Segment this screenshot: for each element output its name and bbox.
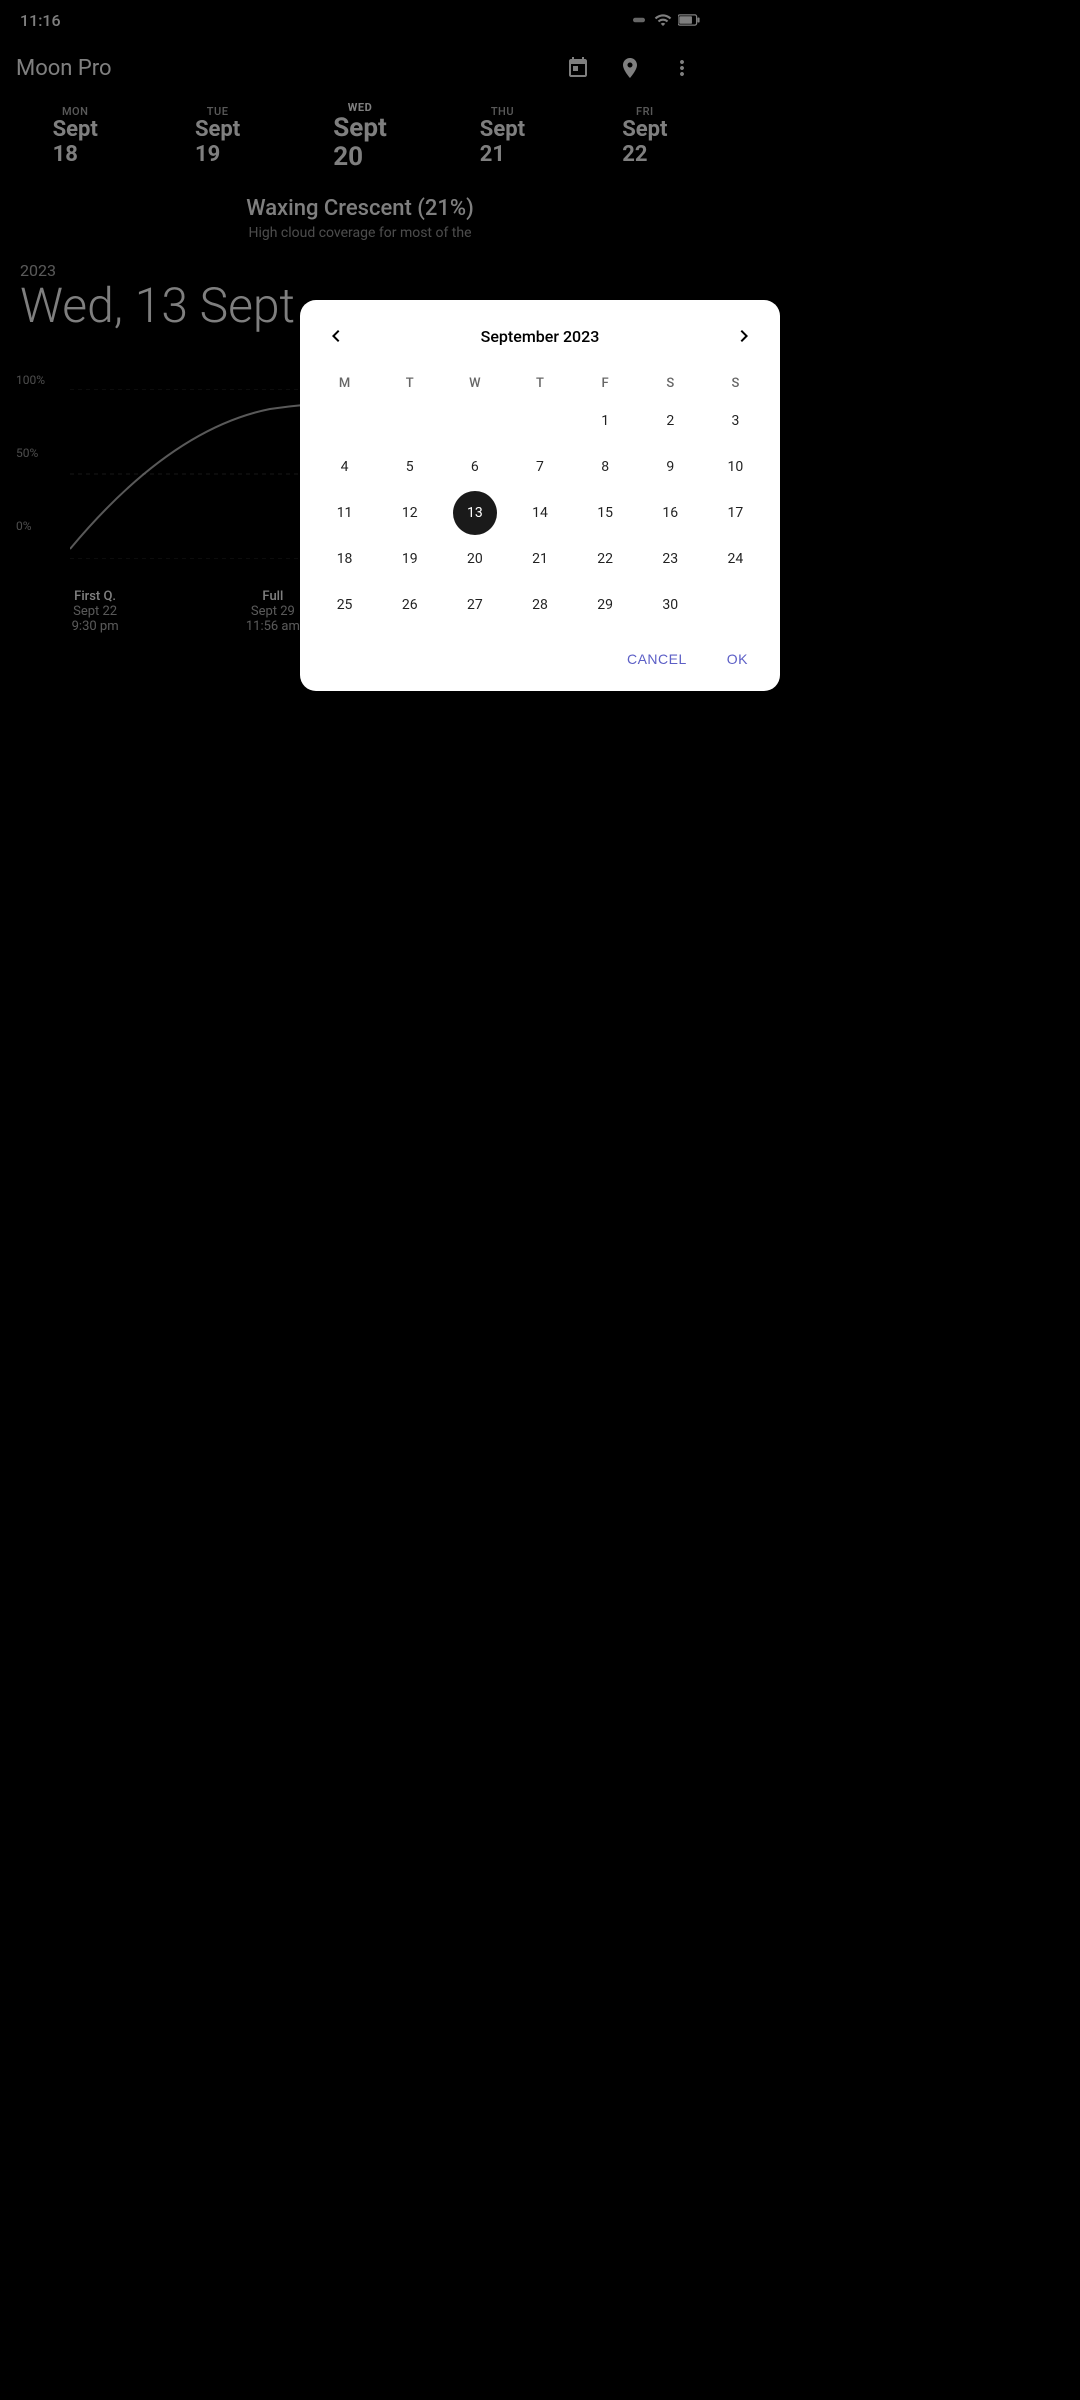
cal-prev-button[interactable]: [316, 316, 356, 356]
cal-day-empty: [323, 399, 367, 443]
cal-day-2[interactable]: 2: [648, 399, 692, 443]
cal-actions: CANCEL OK: [308, 627, 772, 683]
cal-day-21[interactable]: 21: [518, 537, 562, 581]
cal-day-20[interactable]: 20: [453, 537, 497, 581]
cal-day-30[interactable]: 30: [648, 583, 692, 627]
cal-day-28[interactable]: 28: [518, 583, 562, 627]
cal-weekday-header: F: [573, 368, 638, 399]
calendar-overlay: September 2023 MTWTFSS 12345678910111213…: [0, 0, 1080, 2400]
cal-day-empty: [713, 583, 757, 627]
cal-day-22[interactable]: 22: [583, 537, 627, 581]
ok-button[interactable]: OK: [711, 643, 764, 675]
cal-day-15[interactable]: 15: [583, 491, 627, 535]
cal-weekday-header: T: [377, 368, 442, 399]
chevron-left-icon: [324, 324, 348, 348]
cal-day-19[interactable]: 19: [388, 537, 432, 581]
cal-day-26[interactable]: 26: [388, 583, 432, 627]
cal-weekday-header: T: [507, 368, 572, 399]
cal-next-button[interactable]: [724, 316, 764, 356]
cal-day-empty: [518, 399, 562, 443]
cal-day-empty: [453, 399, 497, 443]
cal-weekdays: MTWTFSS: [308, 368, 772, 399]
cal-day-23[interactable]: 23: [648, 537, 692, 581]
cal-month-title: September 2023: [481, 327, 600, 346]
cal-day-7[interactable]: 7: [518, 445, 562, 489]
cal-days[interactable]: 1234567891011121314151617181920212223242…: [308, 399, 772, 627]
cal-day-6[interactable]: 6: [453, 445, 497, 489]
cal-day-11[interactable]: 11: [323, 491, 367, 535]
chevron-right-icon: [732, 324, 756, 348]
cal-day-10[interactable]: 10: [713, 445, 757, 489]
cal-day-29[interactable]: 29: [583, 583, 627, 627]
cal-day-27[interactable]: 27: [453, 583, 497, 627]
cal-day-18[interactable]: 18: [323, 537, 367, 581]
cal-weekday-header: W: [442, 368, 507, 399]
calendar-dialog: September 2023 MTWTFSS 12345678910111213…: [300, 300, 780, 691]
cal-day-3[interactable]: 3: [713, 399, 757, 443]
cal-day-4[interactable]: 4: [323, 445, 367, 489]
cal-day-13[interactable]: 13: [453, 491, 497, 535]
cal-day-25[interactable]: 25: [323, 583, 367, 627]
cal-weekday-header: S: [638, 368, 703, 399]
cal-header: September 2023: [308, 316, 772, 368]
cal-day-9[interactable]: 9: [648, 445, 692, 489]
cal-day-8[interactable]: 8: [583, 445, 627, 489]
cal-day-17[interactable]: 17: [713, 491, 757, 535]
cal-day-5[interactable]: 5: [388, 445, 432, 489]
cal-day-16[interactable]: 16: [648, 491, 692, 535]
cal-weekday-header: M: [312, 368, 377, 399]
cal-weekday-header: S: [703, 368, 768, 399]
cal-day-empty: [388, 399, 432, 443]
cal-day-14[interactable]: 14: [518, 491, 562, 535]
cancel-button[interactable]: CANCEL: [611, 643, 703, 675]
cal-day-1[interactable]: 1: [583, 399, 627, 443]
cal-day-24[interactable]: 24: [713, 537, 757, 581]
cal-day-12[interactable]: 12: [388, 491, 432, 535]
